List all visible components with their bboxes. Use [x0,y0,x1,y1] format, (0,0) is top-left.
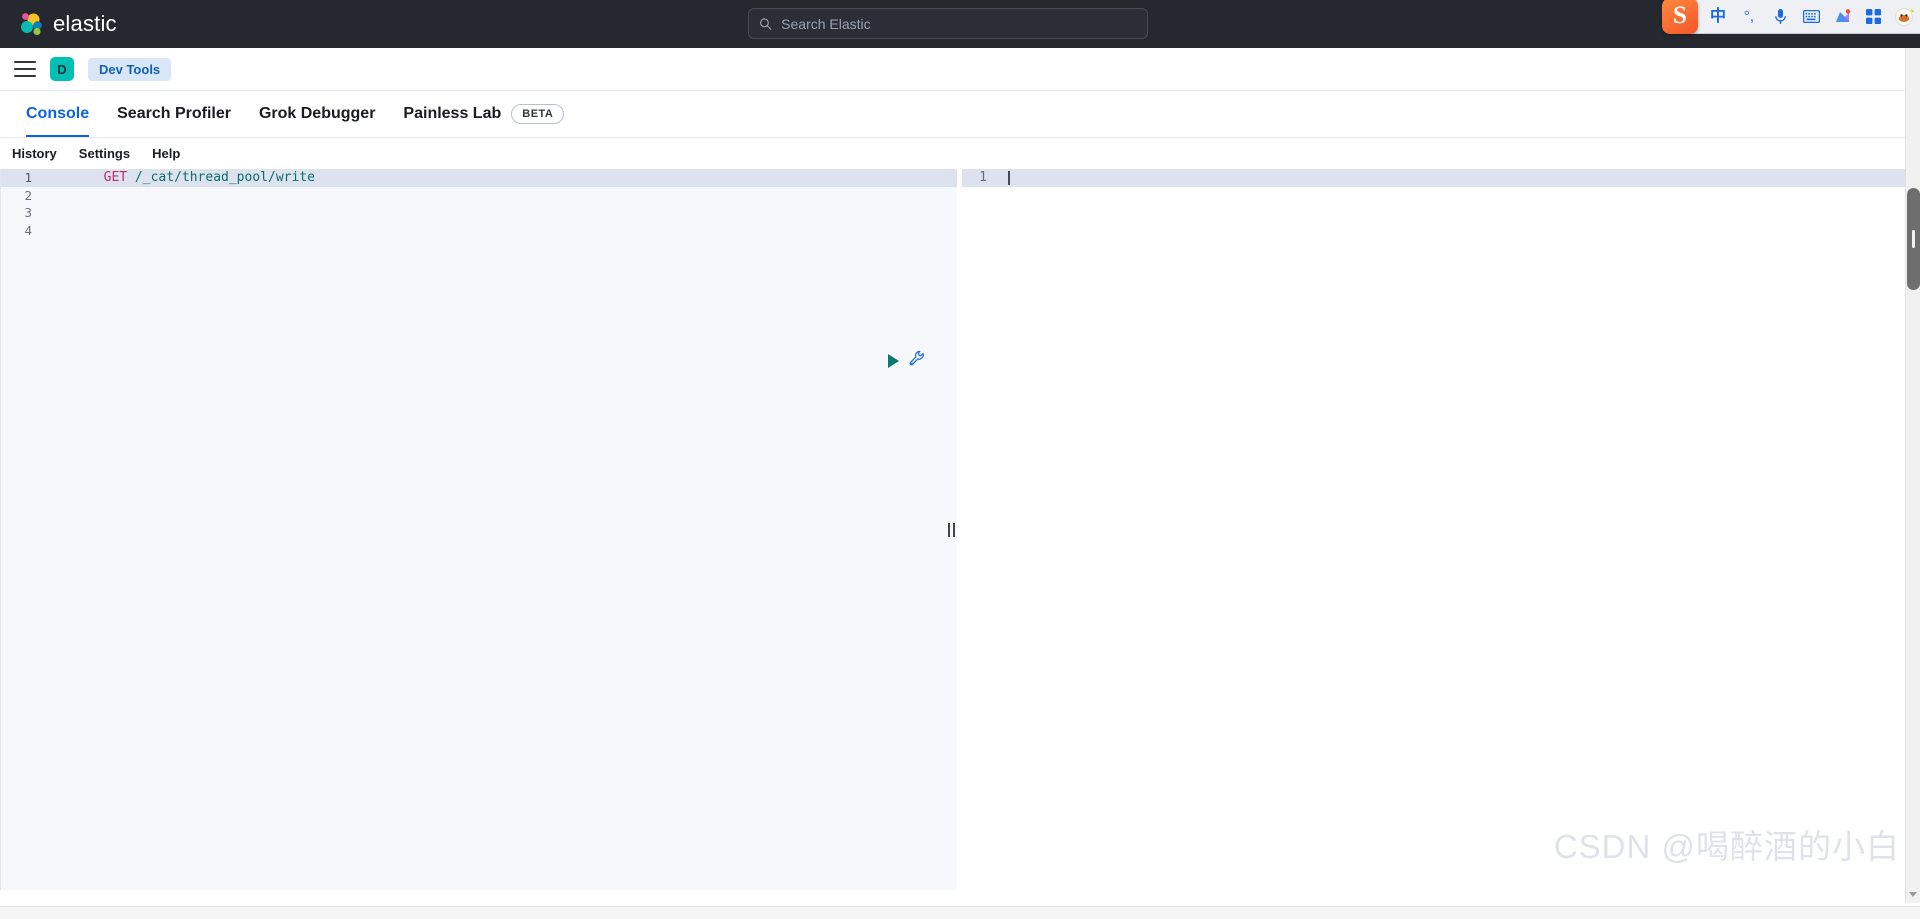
line-number: 3 [24,205,32,221]
response-line[interactable]: 1 [962,169,1920,187]
toolbox-icon[interactable] [1863,7,1883,27]
soft-keyboard-icon[interactable] [1801,7,1821,27]
tab-label: Grok Debugger [258,105,376,122]
tab-label: Painless Lab [403,105,502,122]
voice-input-icon[interactable] [1770,7,1790,27]
tab-painless-lab[interactable]: Painless Lab BETA [389,91,578,137]
panel-splitter-handle[interactable] [946,169,957,890]
ime-toolbar[interactable]: S 中 °, [1662,0,1920,34]
app-header: D Dev Tools [0,48,1920,91]
beta-badge: BETA [511,104,565,124]
line-number: 1 [979,170,987,186]
response-editor[interactable]: 1 [962,169,1920,890]
chinese-mode-icon[interactable]: 中 [1708,7,1728,27]
request-editor[interactable]: 1 GET /_cat/thread_pool/write 2 3 4 [0,169,957,890]
global-search[interactable] [748,8,1148,39]
menu-item-help[interactable]: Help [152,146,180,161]
vertical-scrollbar-thumb[interactable] [1907,188,1920,290]
http-method: GET [103,170,128,186]
line-number: 1 [24,170,32,186]
sogou-ime-icon[interactable]: S [1662,0,1698,34]
vertical-scrollbar[interactable] [1905,48,1920,903]
menu-item-settings[interactable]: Settings [79,146,130,161]
console-menu: History Settings Help [0,138,1920,169]
line-number: 2 [24,187,32,203]
skin-icon[interactable] [1832,7,1852,27]
menu-item-history[interactable]: History [12,146,57,161]
horizontal-scrollbar[interactable] [0,906,1920,919]
search-icon [759,17,772,30]
play-request-icon[interactable] [888,354,899,368]
hamburger-menu-icon[interactable] [14,61,36,77]
tab-label: Console [26,105,90,122]
global-header: elastic S 中 °, [0,0,1920,48]
request-path: /_cat/thread_pool/write [127,170,315,186]
tab-grok-debugger[interactable]: Grok Debugger [245,91,389,137]
request-actions [888,350,926,372]
breadcrumb[interactable]: Dev Tools [88,57,172,81]
line-number: 4 [24,223,32,239]
brand[interactable]: elastic [18,11,117,37]
request-options-icon[interactable] [909,350,926,372]
tab-label: Search Profiler [117,105,231,122]
editor-line[interactable]: 3 [1,204,957,222]
console-body: 1 GET /_cat/thread_pool/write 2 3 4 1 CS… [0,169,1920,890]
editor-line[interactable]: 1 GET /_cat/thread_pool/write [1,169,957,187]
space-avatar[interactable]: D [50,57,74,81]
punctuation-mode-icon[interactable]: °, [1739,7,1759,27]
editor-line[interactable]: 4 [1,222,957,240]
text-cursor [1008,170,1010,185]
tab-console[interactable]: Console [12,91,103,137]
response-content [962,186,1920,890]
tab-search-profiler[interactable]: Search Profiler [103,91,245,137]
scroll-down-arrow-icon[interactable] [1909,892,1917,897]
mascot-icon[interactable] [1894,7,1914,27]
tab-bar: Console Search Profiler Grok Debugger Pa… [0,91,1920,138]
brand-name: elastic [53,11,117,36]
search-input[interactable] [781,15,1137,32]
elastic-logo-icon [18,11,44,37]
